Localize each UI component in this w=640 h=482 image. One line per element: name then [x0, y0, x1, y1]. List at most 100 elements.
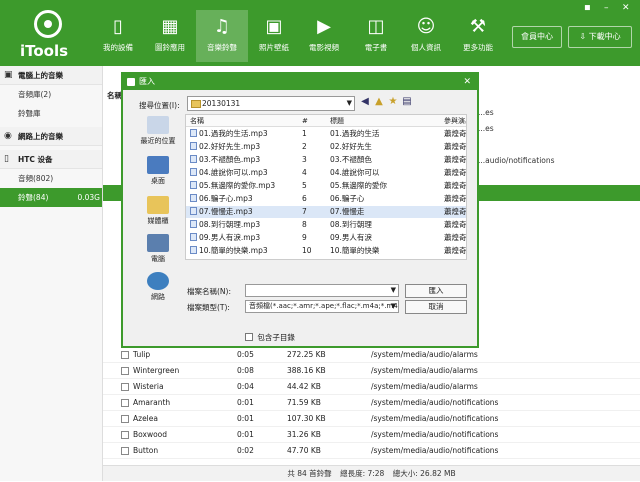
- computer-icon: [147, 234, 169, 252]
- chevron-down-icon: ▼: [390, 286, 396, 294]
- background-path: ...audio/notifications: [478, 156, 555, 165]
- file-row[interactable]: 09.男人有淚.mp3 9 09.男人有淚 蕭煌奇: [186, 232, 466, 244]
- download-center-button[interactable]: ⇩ 下載中心: [568, 26, 632, 48]
- row-checkbox[interactable]: [121, 383, 129, 391]
- sidebar: ▣ 電腦上的音樂 音頻庫(2) 鈴聲庫 ◉ 網路上的音樂 ▯ HTC 设备 音頻…: [0, 66, 103, 481]
- download-icon: ⇩: [579, 32, 589, 41]
- table-row[interactable]: Button 0:02 47.70 KB /system/media/audio…: [103, 443, 640, 459]
- table-row[interactable]: Tulip 0:05 272.25 KB /system/media/audio…: [103, 347, 640, 363]
- audio-file-icon: [190, 168, 197, 176]
- table-row[interactable]: Wintergreen 0:08 388.16 KB /system/media…: [103, 363, 640, 379]
- new-folder-icon[interactable]: ★: [387, 96, 399, 108]
- filename-input[interactable]: ▼: [245, 284, 399, 297]
- filetype-select[interactable]: 音頻檔(*.aac;*.amr;*.ape;*.flac;*.m4a;*.m4r…: [245, 300, 399, 313]
- nav-my-device[interactable]: ▯ 我的設備: [92, 10, 144, 60]
- minimize-icon[interactable]: –: [604, 3, 609, 13]
- place-computer[interactable]: 電腦: [131, 234, 185, 264]
- member-center-button[interactable]: 會員中心: [512, 26, 562, 48]
- globe-icon: ◉: [4, 131, 12, 141]
- computer-icon: ▣: [4, 70, 13, 80]
- nav-personal[interactable]: ☺ 個人資訊: [400, 10, 452, 60]
- sidebar-item-ringtone-library[interactable]: 鈴聲庫: [0, 104, 102, 123]
- name-column-header: 名稱: [107, 91, 122, 100]
- sidebar-group-online[interactable]: ◉ 網路上的音樂: [0, 127, 102, 146]
- file-row[interactable]: 04.誰說你可以.mp3 4 04.誰說你可以 蕭煌奇: [186, 167, 466, 179]
- row-checkbox[interactable]: [121, 367, 129, 375]
- col-artist[interactable]: 參與演出: [444, 115, 466, 127]
- audio-file-icon: [190, 181, 197, 189]
- sidebar-group-computer[interactable]: ▣ 電腦上的音樂: [0, 66, 102, 85]
- include-subdir-option[interactable]: 包含子目錄: [245, 332, 295, 343]
- apps-icon: ▦: [161, 16, 179, 37]
- top-bar: iTools ▯ 我的設備 ▦ 圖鈴應用 ♫ 音樂鈴聲 ▣ 照片壁紙 ▶ 電影視…: [0, 0, 640, 66]
- audio-file-icon: [190, 194, 197, 202]
- up-folder-icon[interactable]: ▲: [373, 96, 385, 108]
- row-checkbox[interactable]: [121, 399, 129, 407]
- file-row[interactable]: 01.過我的生活.mp3 1 01.過我的生活 蕭煌奇: [186, 128, 466, 140]
- audio-file-icon: [190, 129, 197, 137]
- table-row[interactable]: Azelea 0:01 107.30 KB /system/media/audi…: [103, 411, 640, 427]
- file-list: 名稱 # 標題 參與演出 01.過我的生活.mp3101.過我的生活蕭煌奇 02…: [185, 114, 467, 260]
- table-row[interactable]: Amaranth 0:01 71.59 KB /system/media/aud…: [103, 395, 640, 411]
- audio-file-icon: [190, 233, 197, 241]
- sidebar-group-htc[interactable]: ▯ HTC 设备: [0, 150, 102, 169]
- logo-icon: [34, 10, 62, 38]
- place-network[interactable]: 網路: [131, 272, 185, 302]
- status-total: 共 84 首鈴聲: [287, 469, 332, 478]
- row-checkbox[interactable]: [121, 431, 129, 439]
- file-row[interactable]: 02.好好先生.mp3 2 02.好好先生 蕭煌奇: [186, 141, 466, 153]
- place-libraries[interactable]: 媒體櫃: [131, 196, 185, 226]
- col-number[interactable]: #: [302, 115, 308, 127]
- table-row[interactable]: Wisteria 0:04 44.42 KB /system/media/aud…: [103, 379, 640, 395]
- skin-icon[interactable]: ◾: [584, 3, 591, 13]
- row-checkbox[interactable]: [121, 447, 129, 455]
- cancel-button[interactable]: 取消: [405, 300, 467, 314]
- file-row[interactable]: 08.到行朝理.mp3 8 08.到行朝理 蕭煌奇: [186, 219, 466, 231]
- place-desktop[interactable]: 桌面: [131, 156, 185, 186]
- row-checkbox[interactable]: [121, 415, 129, 423]
- book-icon: ◫: [367, 16, 385, 37]
- dialog-close-icon[interactable]: ✕: [463, 74, 471, 90]
- view-menu-icon[interactable]: ▤: [401, 96, 413, 108]
- nav-more[interactable]: ⚒ 更多功能: [452, 10, 504, 60]
- chevron-down-icon: ▼: [390, 302, 396, 310]
- include-subdir-checkbox[interactable]: [245, 333, 253, 341]
- close-icon[interactable]: ✕: [622, 3, 630, 13]
- file-row-selected[interactable]: 07.慢慢走.mp3 7 07.慢慢走 蕭煌奇: [186, 206, 466, 218]
- music-icon: ♫: [213, 16, 231, 37]
- selected-size: 0.03G: [77, 193, 100, 202]
- filetype-label: 檔案類型(T):: [187, 303, 230, 312]
- nav-apps[interactable]: ▦ 圖鈴應用: [144, 10, 196, 60]
- row-checkbox[interactable]: [121, 351, 129, 359]
- file-row[interactable]: 06.騙子心.mp3 6 06.騙子心 蕭煌奇: [186, 193, 466, 205]
- file-row[interactable]: 10.簡單的快樂.mp3 10 10.簡單的快樂 蕭煌奇: [186, 245, 466, 257]
- nav-video[interactable]: ▶ 電影視頻: [298, 10, 350, 60]
- sidebar-item-audio-library[interactable]: 音頻庫(2): [0, 85, 102, 104]
- audio-file-icon: [190, 207, 197, 215]
- nav-ebook[interactable]: ◫ 電子書: [350, 10, 402, 60]
- file-row[interactable]: 03.不褪顏色.mp3 3 03.不褪顏色 蕭煌奇: [186, 154, 466, 166]
- place-recent[interactable]: 最近的位置: [131, 116, 185, 146]
- table-row[interactable]: Boxwood 0:01 31.26 KB /system/media/audi…: [103, 427, 640, 443]
- dialog-icon: [127, 78, 135, 86]
- status-duration: 總長度: 7:28: [340, 469, 385, 478]
- file-row[interactable]: 05.無邊際的愛你.mp3 5 05.無邊際的愛你 蕭煌奇: [186, 180, 466, 192]
- sidebar-item-audio[interactable]: 音頻(802): [0, 169, 102, 188]
- chevron-down-icon: ▼: [346, 99, 352, 107]
- file-list-header: 名稱 # 標題 參與演出: [186, 115, 466, 127]
- lookin-label: 搜尋位置(I):: [139, 101, 180, 110]
- nav-photos[interactable]: ▣ 照片壁紙: [248, 10, 300, 60]
- background-path: ...es: [478, 108, 494, 117]
- col-name[interactable]: 名稱: [190, 115, 204, 127]
- back-icon[interactable]: ◀: [359, 96, 371, 108]
- import-button[interactable]: 匯入: [405, 284, 467, 298]
- logo-text: iTools: [20, 42, 69, 60]
- audio-file-icon: [190, 220, 197, 228]
- phone-icon: ▯: [113, 16, 123, 37]
- lookin-select[interactable]: 20130131 ▼: [187, 96, 355, 111]
- audio-file-icon: [190, 155, 197, 163]
- nav-music[interactable]: ♫ 音樂鈴聲: [196, 10, 248, 62]
- person-icon: ☺: [416, 16, 436, 37]
- col-title[interactable]: 標題: [330, 115, 344, 127]
- sidebar-item-ringtones[interactable]: 鈴聲(84) 0.03G: [0, 188, 102, 207]
